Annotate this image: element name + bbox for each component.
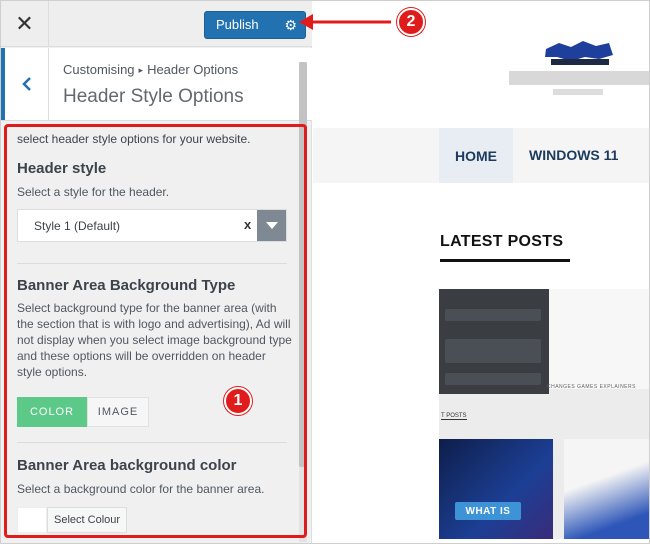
chevron-left-icon <box>21 77 31 91</box>
banner-color-description: Select a background color for the banner… <box>17 482 265 496</box>
breadcrumb-child: Header Options <box>147 62 239 77</box>
thumbnail-card-2 <box>564 439 649 539</box>
thumbnail-row <box>445 373 541 385</box>
panel-intro-text: select header style options for your web… <box>17 132 251 146</box>
breadcrumb: Customising ▸ Header Options <box>63 62 238 77</box>
breadcrumb-parent: Customising <box>63 62 135 77</box>
image-option-button[interactable]: IMAGE <box>87 397 149 427</box>
site-preview: HOME WINDOWS 11 LATEST POSTS CHANGES GAM… <box>313 1 649 543</box>
annotation-badge-2: 2 <box>397 8 425 36</box>
section-divider <box>17 442 287 443</box>
color-swatch[interactable] <box>17 507 47 533</box>
screenshot-root: ✕ Publish ⚙ Customising ▸ Header Options H… <box>0 0 650 544</box>
section-header: Customising ▸ Header Options Header Style … <box>1 48 312 121</box>
header-style-title: Header style <box>17 160 107 177</box>
latest-posts-heading: LATEST POSTS <box>440 233 564 250</box>
select-colour-button[interactable]: Select Colour <box>47 507 128 533</box>
thumbnail-dark-window <box>439 289 549 394</box>
banner-type-title: Banner Area Background Type <box>17 277 236 294</box>
breadcrumb-arrow-icon: ▸ <box>138 65 144 75</box>
header-style-description: Select a style for the header. <box>17 185 170 199</box>
close-button[interactable]: ✕ <box>1 1 49 47</box>
customizer-topbar: ✕ Publish ⚙ <box>1 1 312 47</box>
back-button[interactable] <box>1 48 49 120</box>
thumbnail-card-1 <box>439 439 553 539</box>
publish-button[interactable]: Publish <box>205 12 277 38</box>
nav-item-windows-11[interactable]: WINDOWS 11 <box>529 147 618 163</box>
section-title: Header Style Options <box>63 86 244 107</box>
annotation-badge-1: 1 <box>224 387 252 415</box>
color-option-button[interactable]: COLOR <box>17 397 87 427</box>
clear-selection-button[interactable]: x <box>244 217 251 232</box>
banner-type-toggle: COLOR IMAGE <box>17 397 149 427</box>
color-picker: Select Colour <box>17 507 128 533</box>
customizer-sidebar: ✕ Publish ⚙ Customising ▸ Header Options H… <box>1 1 312 543</box>
site-logo <box>509 41 649 95</box>
banner-color-title: Banner Area background color <box>17 457 237 474</box>
site-nav: HOME WINDOWS 11 <box>313 128 649 183</box>
thumbnail-posts-label: T POSTS <box>441 413 467 420</box>
heading-underline <box>440 259 570 262</box>
annotation-arrow <box>299 14 391 30</box>
section-divider <box>17 263 287 264</box>
thumbnail-row <box>445 339 541 363</box>
thumbnail-row <box>445 309 541 321</box>
caret-down-icon <box>265 222 278 229</box>
dropdown-toggle[interactable] <box>257 210 286 241</box>
header-style-selected-value: Style 1 (Default) <box>34 219 121 233</box>
thumbnail-top-area <box>549 289 649 389</box>
highlighted-options-panel: select header style options for your web… <box>4 124 307 538</box>
header-style-select[interactable]: Style 1 (Default) x <box>17 209 287 242</box>
close-icon: ✕ <box>15 11 34 36</box>
what-is-button[interactable]: WHAT IS <box>455 502 521 520</box>
nav-item-home[interactable]: HOME <box>439 128 513 183</box>
thumbnail-tabs: CHANGES GAMES EXPLAINERS <box>547 384 636 390</box>
post-thumbnail[interactable]: CHANGES GAMES EXPLAINERS T POSTS WHAT IS <box>439 289 649 539</box>
banner-type-description: Select background type for the banner ar… <box>17 301 292 379</box>
